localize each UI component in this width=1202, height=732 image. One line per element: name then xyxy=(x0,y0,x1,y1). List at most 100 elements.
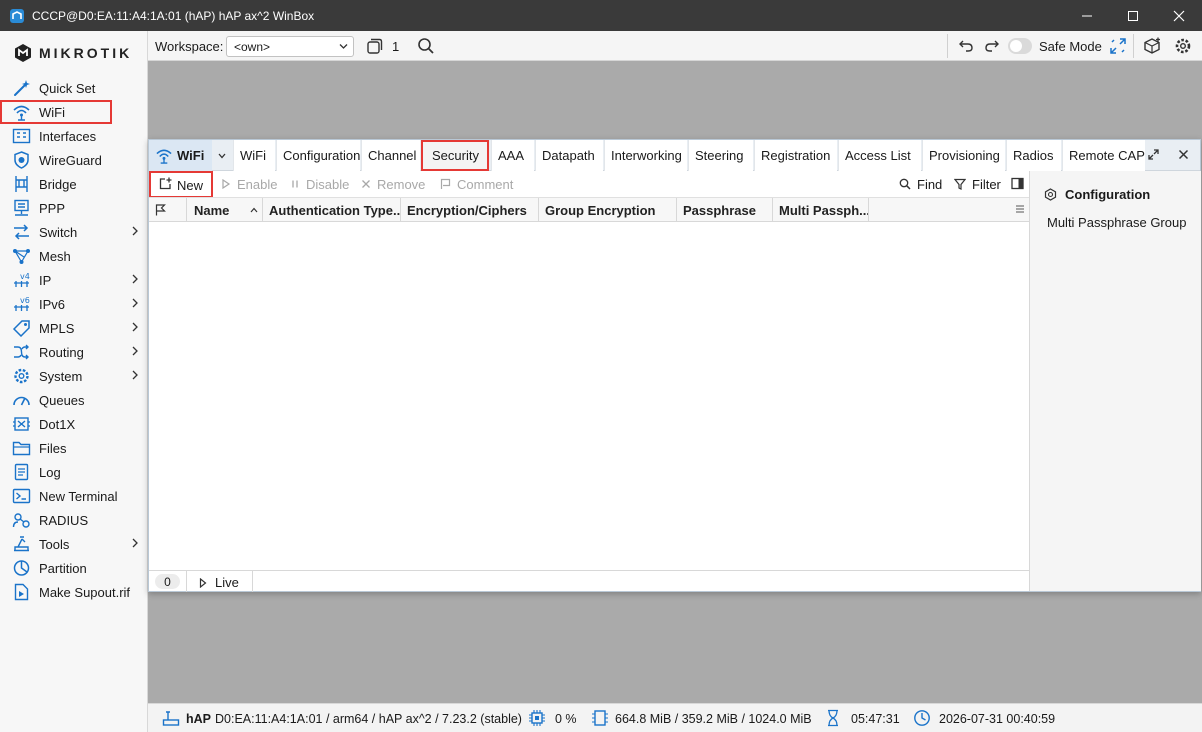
close-button[interactable] xyxy=(1156,0,1202,31)
column-header-name[interactable]: Name xyxy=(188,198,263,222)
tab-configuration[interactable]: Configuration xyxy=(276,140,360,171)
sidebar-item-system[interactable]: System xyxy=(0,364,148,388)
sidebar-item-interfaces[interactable]: Interfaces xyxy=(0,124,148,148)
window-title: CCCP@D0:EA:11:A4:1A:01 (hAP) hAP ax^2 Wi… xyxy=(32,8,315,23)
maximize-button[interactable] xyxy=(1110,0,1156,31)
tab-interworking[interactable]: Interworking xyxy=(604,140,687,171)
tab-provisioning[interactable]: Provisioning xyxy=(922,140,1005,171)
sidebar-item-quick-set[interactable]: Quick Set xyxy=(0,76,148,100)
column-header-group-encryption[interactable]: Group Encryption xyxy=(539,198,677,222)
minimize-button[interactable] xyxy=(1064,0,1110,31)
tab-access-list[interactable]: Access List xyxy=(838,140,921,171)
tab-overflow-button[interactable] xyxy=(212,140,231,171)
sidebar-item-dot1x[interactable]: Dot1X xyxy=(0,412,148,436)
sidebar-item-tools[interactable]: Tools xyxy=(0,532,148,556)
sidebar-item-queues[interactable]: Queues xyxy=(0,388,148,412)
disable-button[interactable]: Disable xyxy=(290,171,349,197)
sidebar-item-routing[interactable]: Routing xyxy=(0,340,148,364)
sidebar-item-label: Dot1X xyxy=(39,417,76,432)
sidebar-item-wireguard[interactable]: WireGuard xyxy=(0,148,148,172)
side-panel-header: Configuration xyxy=(1044,187,1150,202)
toolbar-divider xyxy=(947,34,948,58)
tab-registration[interactable]: Registration xyxy=(754,140,837,171)
find-button-label: Find xyxy=(917,176,943,192)
tab-remote-cap[interactable]: Remote CAP xyxy=(1062,140,1145,171)
sidebar-item-log[interactable]: Log xyxy=(0,460,148,484)
expand-icon[interactable] xyxy=(1147,148,1160,161)
filter-funnel-icon xyxy=(954,178,966,190)
flag-icon xyxy=(155,204,166,216)
tab-radios[interactable]: Radios xyxy=(1006,140,1061,171)
sidebar-menu: Quick Set WiFi Interfaces WireGuard Brid… xyxy=(0,76,148,604)
side-panel: Configuration Multi Passphrase Group xyxy=(1030,171,1201,591)
sidebar-item-mesh[interactable]: Mesh xyxy=(0,244,148,268)
log-icon xyxy=(14,463,29,481)
sidebar-item-partition[interactable]: Partition xyxy=(0,556,148,580)
tab-security[interactable]: Security xyxy=(421,140,489,171)
find-button[interactable]: Find xyxy=(899,171,942,197)
ppp-icon xyxy=(14,199,29,216)
tab-label: Radios xyxy=(1013,148,1054,163)
undo-icon[interactable] xyxy=(958,39,974,53)
chevron-right-icon xyxy=(132,370,138,380)
tab-datapath[interactable]: Datapath xyxy=(535,140,603,171)
tab-wifi[interactable]: WiFi xyxy=(233,140,275,171)
sidebar-item-switch[interactable]: Switch xyxy=(0,220,148,244)
live-toggle[interactable]: Live xyxy=(199,575,239,590)
side-panel-item-multi-passphrase-group[interactable]: Multi Passphrase Group xyxy=(1047,215,1186,230)
sidebar-item-make-supout[interactable]: Make Supout.rif xyxy=(0,580,148,604)
tab-label: WiFi xyxy=(240,148,266,163)
enable-button[interactable]: Enable xyxy=(221,171,277,197)
column-header-passphrase[interactable]: Passphrase xyxy=(677,198,773,222)
side-panel-toggle-icon[interactable] xyxy=(1011,177,1024,190)
column-header-multi-passphrase[interactable]: Multi Passph... xyxy=(773,198,869,222)
safe-mode-toggle[interactable] xyxy=(1008,38,1032,54)
comment-button[interactable]: Comment xyxy=(440,171,513,197)
new-item-icon xyxy=(159,177,172,190)
sidebar-item-new-terminal[interactable]: New Terminal xyxy=(0,484,148,508)
live-label: Live xyxy=(215,575,239,590)
memory-usage: 664.8 MiB / 359.2 MiB / 1024.0 MiB xyxy=(615,712,812,726)
redo-icon[interactable] xyxy=(984,39,1000,53)
column-menu-icon[interactable] xyxy=(1015,204,1025,214)
mpls-icon xyxy=(12,320,30,337)
new-button[interactable]: New xyxy=(149,171,213,198)
sidebar-item-ppp[interactable]: PPP xyxy=(0,196,148,220)
search-icon[interactable] xyxy=(417,37,435,55)
windows-stack-icon[interactable] xyxy=(366,37,384,55)
tab-aaa[interactable]: AAA xyxy=(491,140,534,171)
table-body xyxy=(149,222,1029,570)
sidebar-item-wifi[interactable]: WiFi xyxy=(0,100,112,124)
tab-label: Configuration xyxy=(283,148,360,163)
filter-button[interactable]: Filter xyxy=(954,171,1001,197)
sidebar-item-label: New Terminal xyxy=(39,489,118,504)
column-header-label: Name xyxy=(194,202,230,218)
sidebar-item-files[interactable]: Files xyxy=(0,436,148,460)
workspace-select[interactable]: <own> xyxy=(226,36,354,57)
sidebar-item-bridge[interactable]: Bridge xyxy=(0,172,148,196)
sidebar-item-label: Files xyxy=(39,441,67,456)
mesh-icon xyxy=(13,249,30,264)
remove-button[interactable]: Remove xyxy=(361,171,425,197)
column-header-label: Passphrase xyxy=(683,202,756,218)
wifi-tab-bar: WiFi WiFi Configuration Channel Security… xyxy=(149,140,1200,171)
table-footer: 0 Live xyxy=(149,570,1029,592)
sidebar-item-ip[interactable]: v4 IP xyxy=(0,268,148,292)
column-header-authentication-type[interactable]: Authentication Type... xyxy=(263,198,401,222)
tab-steering[interactable]: Steering xyxy=(688,140,753,171)
sidebar-item-ipv6[interactable]: v6 IPv6 xyxy=(0,292,148,316)
ipv4-icon: v4 xyxy=(14,272,30,287)
close-icon[interactable] xyxy=(1177,148,1190,161)
tab-channel[interactable]: Channel xyxy=(361,140,420,171)
chevron-down-icon xyxy=(218,153,225,158)
flag-column-header[interactable] xyxy=(149,198,187,222)
sidebar-item-mpls[interactable]: MPLS xyxy=(0,316,148,340)
date-time: 2026-07-31 00:40:59 xyxy=(939,712,1056,726)
package-add-icon[interactable] xyxy=(1144,37,1162,55)
play-icon xyxy=(222,179,231,189)
safe-mode-arrows-icon[interactable] xyxy=(1109,37,1127,55)
column-header-encryption-ciphers[interactable]: Encryption/Ciphers xyxy=(401,198,539,222)
sidebar-item-radius[interactable]: RADIUS xyxy=(0,508,148,532)
remove-x-icon xyxy=(362,180,370,188)
settings-gear-icon[interactable] xyxy=(1174,37,1192,55)
